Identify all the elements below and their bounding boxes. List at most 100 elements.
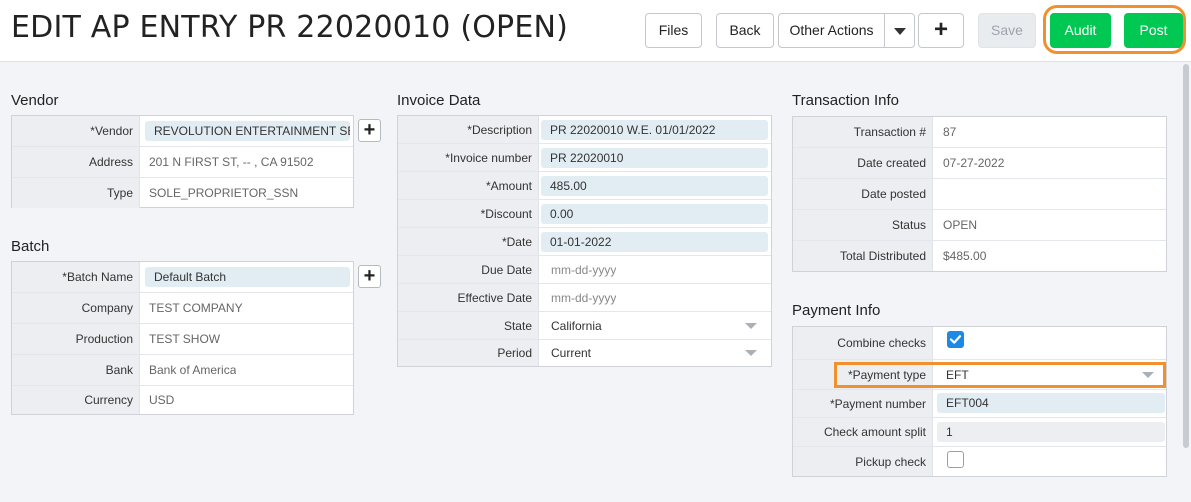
- payment-section-title: Payment Info: [792, 302, 881, 319]
- status-row: Status OPEN: [793, 210, 1166, 241]
- payment-type-highlight: [834, 362, 1166, 388]
- type-value: SOLE_PROPRIETOR_SSN: [149, 186, 299, 200]
- batch-section-title: Batch: [11, 238, 50, 255]
- plus-icon: +: [933, 16, 948, 43]
- production-label: Production: [12, 324, 140, 354]
- company-label: Company: [12, 293, 140, 323]
- date-created-label: Date created: [793, 148, 933, 178]
- transaction-no-label: Transaction #: [793, 117, 933, 147]
- payment-number-label: *Payment number: [793, 390, 933, 417]
- pickup-check-checkbox[interactable]: [947, 451, 964, 468]
- transaction-table: Transaction # 87 Date created 07-27-2022…: [792, 116, 1167, 272]
- date-label: *Date: [398, 228, 539, 255]
- effective-date-row: Effective Date mm-dd-yyyy: [398, 284, 771, 312]
- status-value: OPEN: [943, 218, 978, 232]
- add-batch-button[interactable]: +: [358, 265, 381, 288]
- status-label: Status: [793, 210, 933, 240]
- check-amount-split-row: Check amount split 1: [793, 418, 1166, 447]
- state-select[interactable]: California: [551, 312, 602, 339]
- batch-name-label: *Batch Name: [12, 262, 140, 292]
- invoice-table: *Description PR 22020010 W.E. 01/01/2022…: [397, 115, 772, 367]
- add-button[interactable]: +: [918, 13, 964, 48]
- currency-row: Currency USD: [12, 386, 353, 414]
- address-row: Address 201 N FIRST ST, -- , CA 91502: [12, 147, 353, 178]
- total-distributed-label: Total Distributed: [793, 241, 933, 271]
- chevron-down-icon: [745, 323, 757, 329]
- type-label: Type: [12, 178, 140, 208]
- date-posted-row: Date posted: [793, 179, 1166, 210]
- payment-number-row: *Payment number EFT004: [793, 390, 1166, 418]
- currency-label: Currency: [12, 386, 140, 414]
- batch-table: *Batch Name Default Batch Company TEST C…: [11, 261, 354, 415]
- payment-table: Combine checks *Payment type EFT *Paymen…: [792, 326, 1167, 477]
- pickup-check-label: Pickup check: [793, 447, 933, 476]
- effective-date-input[interactable]: mm-dd-yyyy: [551, 284, 616, 311]
- discount-label: *Discount: [398, 200, 539, 227]
- check-icon: [949, 335, 962, 344]
- page-header: EDIT AP ENTRY PR 22020010 (OPEN) Files B…: [0, 0, 1191, 62]
- vendor-select[interactable]: REVOLUTION ENTERTAINMENT SERVICE: [145, 121, 350, 141]
- invoice-number-row: *Invoice number PR 22020010: [398, 144, 771, 172]
- description-input[interactable]: PR 22020010 W.E. 01/01/2022: [541, 120, 768, 140]
- state-label: State: [398, 312, 539, 339]
- period-row: Period Current: [398, 340, 771, 366]
- check-amount-split-label: Check amount split: [793, 418, 933, 446]
- transaction-no-row: Transaction # 87: [793, 117, 1166, 148]
- combine-checks-label: Combine checks: [793, 327, 933, 359]
- amount-row: *Amount 485.00: [398, 172, 771, 200]
- audit-post-highlight: [1043, 5, 1186, 54]
- save-button[interactable]: Save: [978, 13, 1036, 48]
- invoice-section-title: Invoice Data: [397, 92, 481, 109]
- description-label: *Description: [398, 116, 539, 143]
- payment-number-input[interactable]: EFT004: [937, 393, 1165, 413]
- batch-name-row: *Batch Name Default Batch: [12, 262, 353, 293]
- back-button[interactable]: Back: [716, 13, 774, 48]
- date-row: *Date 01-01-2022: [398, 228, 771, 256]
- other-actions-dropdown-toggle[interactable]: [884, 13, 915, 48]
- plus-icon: +: [363, 119, 376, 141]
- bank-value: Bank of America: [149, 363, 237, 377]
- company-value: TEST COMPANY: [149, 301, 243, 315]
- production-row: Production TEST SHOW: [12, 324, 353, 355]
- address-label: Address: [12, 147, 140, 177]
- combine-checks-checkbox[interactable]: [947, 331, 964, 348]
- transaction-section-title: Transaction Info: [792, 92, 899, 109]
- description-row: *Description PR 22020010 W.E. 01/01/2022: [398, 116, 771, 144]
- bank-label: Bank: [12, 355, 140, 385]
- date-created-value: 07-27-2022: [943, 156, 1005, 170]
- chevron-down-icon: [745, 350, 757, 356]
- due-date-label: Due Date: [398, 256, 539, 283]
- batch-name-select[interactable]: Default Batch: [145, 267, 350, 287]
- vendor-label: *Vendor: [12, 116, 140, 146]
- vendor-section-title: Vendor: [11, 92, 59, 109]
- check-amount-split-input[interactable]: 1: [937, 422, 1165, 442]
- vendor-table: *Vendor REVOLUTION ENTERTAINMENT SERVICE…: [11, 115, 354, 208]
- type-row: Type SOLE_PROPRIETOR_SSN: [12, 178, 353, 208]
- combine-checks-row: Combine checks: [793, 327, 1166, 360]
- company-row: Company TEST COMPANY: [12, 293, 353, 324]
- discount-input[interactable]: 0.00: [541, 204, 768, 224]
- discount-row: *Discount 0.00: [398, 200, 771, 228]
- total-distributed-row: Total Distributed $485.00: [793, 241, 1166, 271]
- amount-label: *Amount: [398, 172, 539, 199]
- chevron-down-icon: [893, 27, 906, 35]
- transaction-no-value: 87: [943, 125, 957, 139]
- currency-value: USD: [149, 393, 175, 407]
- invoice-number-input[interactable]: PR 22020010: [541, 148, 768, 168]
- total-distributed-value: $485.00: [943, 249, 987, 263]
- files-button[interactable]: Files: [645, 13, 702, 48]
- amount-input[interactable]: 485.00: [541, 176, 768, 196]
- invoice-number-label: *Invoice number: [398, 144, 539, 171]
- page-title: EDIT AP ENTRY PR 22020010 (OPEN): [11, 10, 569, 45]
- page-scrollbar[interactable]: [1183, 64, 1189, 448]
- vendor-row: *Vendor REVOLUTION ENTERTAINMENT SERVICE: [12, 116, 353, 147]
- add-vendor-button[interactable]: +: [358, 119, 381, 142]
- address-value: 201 N FIRST ST, -- , CA 91502: [149, 155, 314, 169]
- bank-row: Bank Bank of America: [12, 355, 353, 386]
- other-actions-button[interactable]: Other Actions: [778, 13, 885, 48]
- period-select[interactable]: Current: [551, 340, 591, 366]
- date-input[interactable]: 01-01-2022: [541, 232, 768, 252]
- due-date-input[interactable]: mm-dd-yyyy: [551, 256, 616, 283]
- period-label: Period: [398, 340, 539, 366]
- date-posted-label: Date posted: [793, 179, 933, 209]
